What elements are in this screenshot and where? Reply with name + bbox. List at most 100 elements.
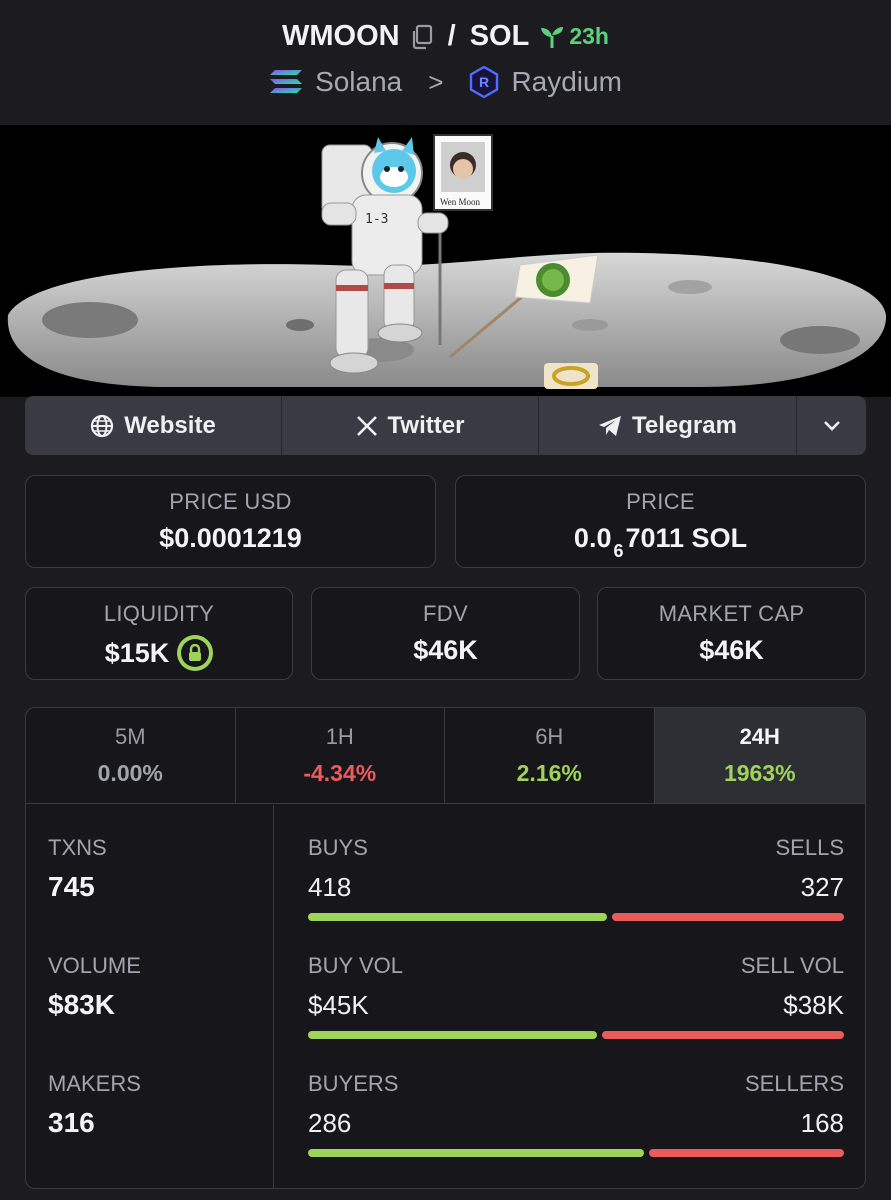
chain-name[interactable]: Solana	[315, 66, 402, 98]
chevron-down-icon	[823, 420, 840, 431]
chevron-right-icon: >	[428, 66, 444, 97]
market-cap-label: MARKET CAP	[658, 601, 805, 626]
sell-bar	[601, 1031, 844, 1039]
buy-vol-label: BUY VOL	[308, 953, 403, 978]
dex-name[interactable]: Raydium	[511, 66, 621, 98]
buy-vol-value: $45K	[308, 990, 369, 1020]
makers-value: 316	[48, 1107, 95, 1138]
website-button[interactable]: Website	[25, 396, 282, 455]
pair-header: WMOON / SOL 23h Solana > R Raydium	[0, 0, 891, 125]
fdv-label: FDV	[423, 601, 468, 626]
solana-icon	[270, 70, 303, 93]
volume-ratio-bar	[308, 1031, 844, 1039]
buy-bar	[308, 1031, 597, 1039]
suit-label: 1-3	[365, 212, 388, 227]
x-logo-icon	[356, 415, 377, 436]
summary-metrics: TXNS 745 VOLUME $83K MAKERS 316	[26, 805, 274, 1188]
pair-age: 23h	[539, 23, 609, 50]
buys-sells-ratio-bar	[308, 913, 844, 921]
buys-value: 418	[308, 872, 352, 902]
buyers-label: BUYERS	[308, 1071, 399, 1096]
more-links-button[interactable]	[797, 396, 866, 455]
timeframe-tabs: 5M 0.00% 1H -4.34% 6H 2.16% 24H 1963%	[26, 708, 865, 804]
tab-label: 5M	[114, 724, 146, 749]
token-banner: Wen Moon 1-3	[0, 125, 891, 397]
buys-sells-row: BUYS SELLS 418 327	[308, 835, 844, 921]
sells-label: SELLS	[775, 835, 845, 860]
price-native-label: PRICE	[626, 489, 695, 514]
volume-value: $83K	[48, 989, 115, 1020]
tab-change: 2.16%	[516, 760, 582, 786]
moon-astronaut-illustration: Wen Moon 1-3	[0, 125, 891, 397]
price-usd-value: $0.0001219	[159, 523, 302, 553]
sellers-value: 168	[800, 1108, 844, 1138]
market-cap-value: $46K	[699, 635, 764, 665]
buyers-ratio-bar	[308, 1149, 844, 1157]
base-symbol: WMOON	[282, 20, 400, 52]
liquidity-card: LIQUIDITY $15K	[25, 587, 293, 680]
raydium-icon: R	[470, 66, 499, 98]
telegram-button[interactable]: Telegram	[539, 396, 797, 455]
twitter-button[interactable]: Twitter	[282, 396, 539, 455]
tab-6h[interactable]: 6H 2.16%	[445, 708, 655, 803]
price-native-card: PRICE 0.0 67011 SOL	[455, 475, 866, 568]
sell-vol-label: SELL VOL	[740, 953, 844, 978]
price-native-value: 0.0 67011 SOL	[456, 523, 865, 561]
quote-symbol: SOL	[469, 20, 530, 52]
lock-icon[interactable]	[177, 635, 214, 671]
market-cap-card: MARKET CAP $46K	[597, 587, 866, 680]
svg-text:R: R	[479, 74, 489, 90]
volume-metric: VOLUME $83K	[48, 953, 141, 1021]
price-usd-card: PRICE USD $0.0001219	[25, 475, 436, 568]
chain-dex-breadcrumb: Solana > R Raydium	[0, 66, 891, 98]
tab-change: -4.34%	[303, 760, 377, 786]
trading-stats-panel: 5M 0.00% 1H -4.34% 6H 2.16% 24H 1963% TX…	[25, 707, 866, 1189]
liquidity-value-row: $15K	[26, 635, 292, 671]
buyers-value: 286	[308, 1108, 352, 1138]
telegram-icon	[599, 415, 622, 436]
tab-5m[interactable]: 5M 0.00%	[26, 708, 236, 803]
pair-title: WMOON / SOL 23h	[0, 20, 891, 53]
buy-bar	[308, 1149, 644, 1157]
pair-age-text: 23h	[569, 23, 609, 49]
copy-icon[interactable]	[410, 24, 434, 50]
buyers-sellers-row: BUYERS SELLERS 286 168	[308, 1071, 844, 1157]
social-links-bar: Website Twitter Telegram	[25, 396, 866, 455]
volume-label: VOLUME	[48, 953, 141, 978]
tab-24h[interactable]: 24H 1963%	[654, 708, 865, 803]
sell-vol-value: $38K	[783, 990, 844, 1020]
tab-change: 0.00%	[97, 760, 163, 786]
sells-value: 327	[800, 872, 844, 902]
liquidity-value: $15K	[104, 637, 170, 668]
tab-change: 1963%	[723, 760, 796, 786]
txns-metric: TXNS 745	[48, 835, 107, 903]
pair-separator: /	[447, 20, 456, 52]
makers-metric: MAKERS 316	[48, 1071, 141, 1139]
sprout-icon	[541, 26, 564, 48]
price-native-zero-count: 6	[613, 541, 624, 561]
globe-icon	[91, 414, 114, 437]
twitter-label: Twitter	[387, 411, 465, 439]
sell-bar	[611, 913, 844, 921]
price-usd-label: PRICE USD	[169, 489, 292, 514]
price-native-rest: 7011 SOL	[625, 523, 748, 553]
buys-label: BUYS	[308, 835, 368, 860]
fdv-card: FDV $46K	[311, 587, 580, 680]
flag-caption: Wen Moon	[440, 197, 481, 207]
sell-bar	[648, 1149, 844, 1157]
sellers-label: SELLERS	[744, 1071, 844, 1096]
liquidity-label: LIQUIDITY	[103, 601, 215, 626]
telegram-label: Telegram	[632, 411, 737, 439]
txns-label: TXNS	[48, 835, 107, 860]
tab-label: 6H	[535, 724, 564, 749]
buy-bar	[308, 913, 607, 921]
fdv-value: $46K	[413, 635, 478, 665]
makers-label: MAKERS	[48, 1071, 141, 1096]
tab-1h[interactable]: 1H -4.34%	[236, 708, 445, 803]
volume-split-row: BUY VOL SELL VOL $45K $38K	[308, 953, 844, 1039]
tab-label: 24H	[739, 724, 780, 749]
txns-value: 745	[48, 871, 95, 902]
website-label: Website	[124, 411, 216, 439]
tab-label: 1H	[325, 724, 354, 749]
price-native-prefix: 0.0	[573, 523, 612, 553]
